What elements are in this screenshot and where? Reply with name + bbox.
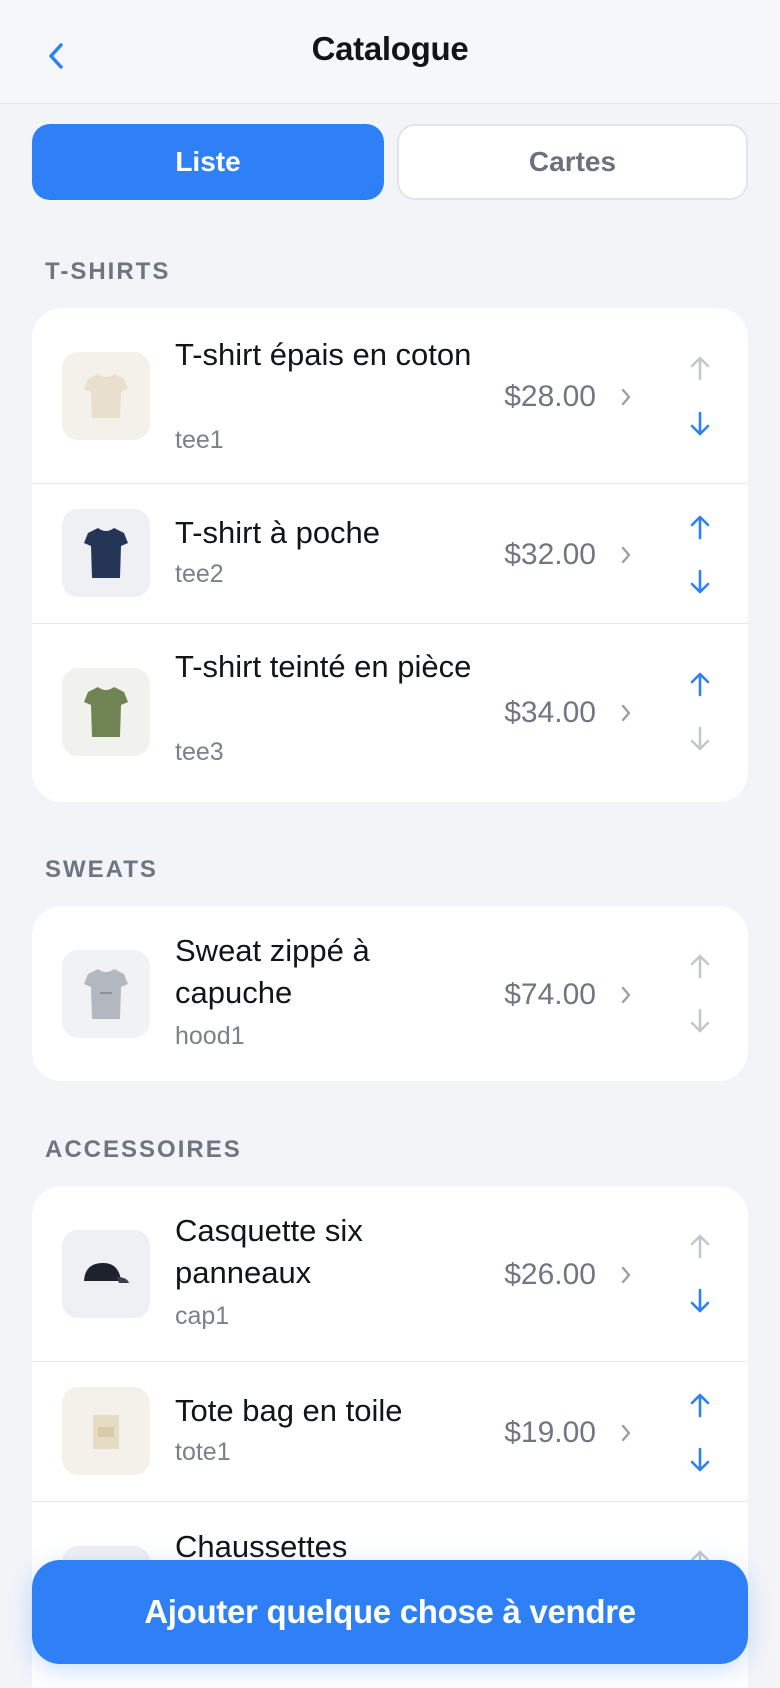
chevron-right-icon: [616, 1418, 636, 1448]
section-label-sweats: SWEATS: [45, 856, 158, 883]
product-card-tshirts: T-shirt épais en coton tee1 $28.00 T-shi…: [32, 308, 748, 802]
section-label-accessoires: ACCESSOIRES: [45, 1136, 242, 1163]
cap-icon: [84, 1263, 129, 1283]
product-row[interactable]: T-shirt teinté en pièce tee3 $34.00: [32, 623, 748, 802]
tab-list[interactable]: Liste: [32, 124, 384, 200]
product-thumbnail: [62, 668, 150, 756]
product-row[interactable]: T-shirt épais en coton tee1 $28.00: [32, 308, 748, 483]
chevron-right-icon: [616, 1260, 636, 1290]
product-name: T-shirt teinté en pièce: [175, 649, 472, 684]
product-row[interactable]: Sweat zippé à capuche hood1 $74.00: [32, 906, 748, 1081]
arrow-down-icon: [690, 411, 710, 436]
move-up-button[interactable]: [682, 1387, 718, 1423]
arrow-up-icon: [690, 1393, 710, 1418]
product-thumbnail: [62, 509, 150, 597]
tab-cards[interactable]: Cartes: [397, 124, 748, 200]
arrow-down-icon: [690, 1447, 710, 1472]
chevron-right-icon: [616, 382, 636, 412]
move-down-button[interactable]: [682, 564, 718, 600]
product-price: $74.00: [504, 978, 596, 1011]
product-thumbnail: [62, 950, 150, 1038]
top-bar: Catalogue: [0, 0, 780, 104]
move-down-button[interactable]: [682, 1283, 718, 1319]
move-down-button[interactable]: [682, 1003, 718, 1039]
arrow-down-icon: [690, 726, 710, 751]
add-item-button[interactable]: Ajouter quelque chose à vendre: [32, 1560, 748, 1664]
tshirt-icon: [84, 374, 128, 418]
product-name: T-shirt à poche: [175, 515, 381, 550]
hoodie-icon: [84, 969, 128, 1019]
move-down-button[interactable]: [682, 406, 718, 442]
move-up-button[interactable]: [682, 948, 718, 984]
arrow-up-icon: [690, 672, 710, 697]
product-row[interactable]: Tote bag en toile tote1 $19.00: [32, 1361, 748, 1501]
product-sku: cap1: [175, 1302, 230, 1330]
product-row[interactable]: T-shirt à poche tee2 $32.00: [32, 483, 748, 623]
product-name: Casquette six panneaux: [175, 1213, 363, 1290]
product-thumbnail: [62, 352, 150, 440]
product-row[interactable]: Casquette six panneaux cap1 $26.00: [32, 1186, 748, 1361]
move-down-button[interactable]: [682, 1442, 718, 1478]
product-price: $34.00: [504, 696, 596, 729]
chevron-right-icon: [616, 540, 636, 570]
product-name: Sweat zippé à capuche: [175, 933, 370, 1010]
arrow-down-icon: [690, 569, 710, 594]
product-price: $19.00: [504, 1416, 596, 1449]
move-up-button[interactable]: [682, 1228, 718, 1264]
product-sku: tee3: [175, 738, 224, 766]
tote-bag-icon: [93, 1415, 119, 1449]
product-name: T-shirt épais en coton: [175, 337, 472, 372]
chevron-right-icon: [616, 980, 636, 1010]
arrow-down-icon: [690, 1288, 710, 1313]
arrow-down-icon: [690, 1008, 710, 1033]
move-up-button[interactable]: [682, 509, 718, 545]
product-thumbnail: [62, 1230, 150, 1318]
arrow-up-icon: [690, 1234, 710, 1259]
product-name: Tote bag en toile: [175, 1393, 403, 1428]
product-card-sweats: Sweat zippé à capuche hood1 $74.00: [32, 906, 748, 1081]
product-sku: hood1: [175, 1022, 245, 1050]
product-sku: tote1: [175, 1438, 231, 1466]
tshirt-icon: [84, 528, 128, 578]
product-price: $32.00: [504, 538, 596, 571]
section-label-tshirts: T-SHIRTS: [45, 258, 171, 285]
product-price: $26.00: [504, 1258, 596, 1291]
arrow-up-icon: [690, 954, 710, 979]
product-sku: tee1: [175, 426, 224, 454]
move-down-button[interactable]: [682, 721, 718, 757]
arrow-up-icon: [690, 515, 710, 540]
chevron-right-icon: [616, 698, 636, 728]
move-up-button[interactable]: [682, 350, 718, 386]
product-sku: tee2: [175, 560, 224, 588]
page-title: Catalogue: [311, 30, 469, 67]
product-price: $28.00: [504, 380, 596, 413]
product-thumbnail: [62, 1387, 150, 1475]
tshirt-icon: [84, 687, 128, 737]
arrow-up-icon: [690, 356, 710, 381]
move-up-button[interactable]: [682, 666, 718, 702]
